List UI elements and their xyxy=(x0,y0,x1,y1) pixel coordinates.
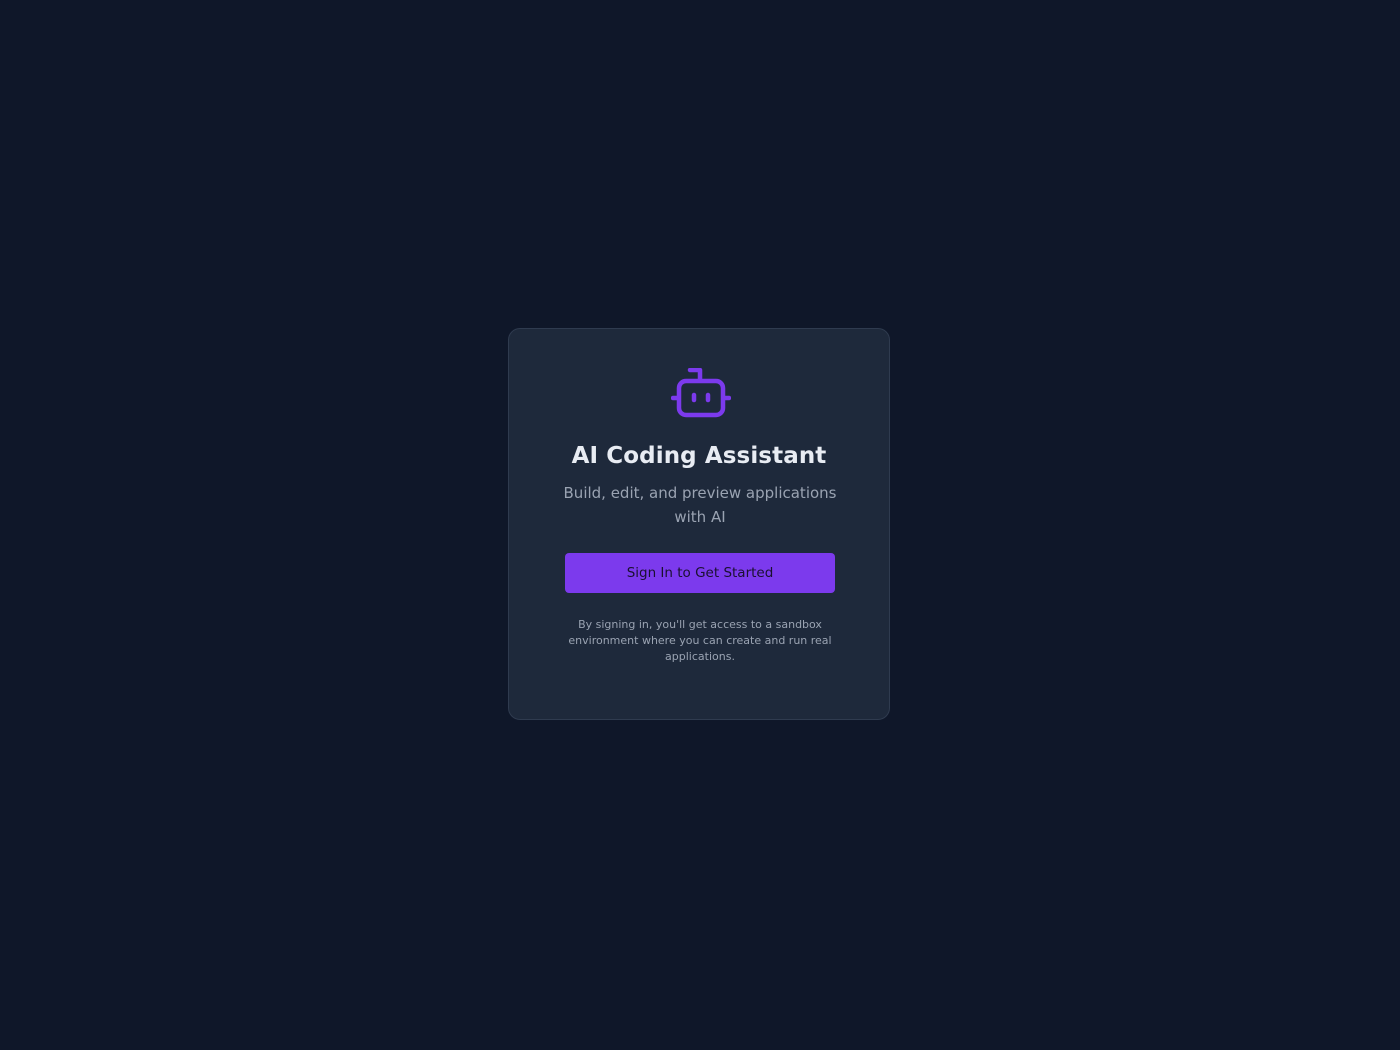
sign-in-button[interactable]: Sign In to Get Started xyxy=(565,553,835,593)
app-subtitle: Build, edit, and preview applications wi… xyxy=(563,484,837,526)
app-title: AI Coding Assistant xyxy=(571,443,827,469)
robot-icon xyxy=(671,368,731,420)
login-page: AI Coding Assistant Build, edit, and pre… xyxy=(0,0,1400,1050)
sign-in-card: AI Coding Assistant Build, edit, and pre… xyxy=(508,328,890,720)
sign-in-note: By signing in, you'll get access to a sa… xyxy=(568,618,832,663)
